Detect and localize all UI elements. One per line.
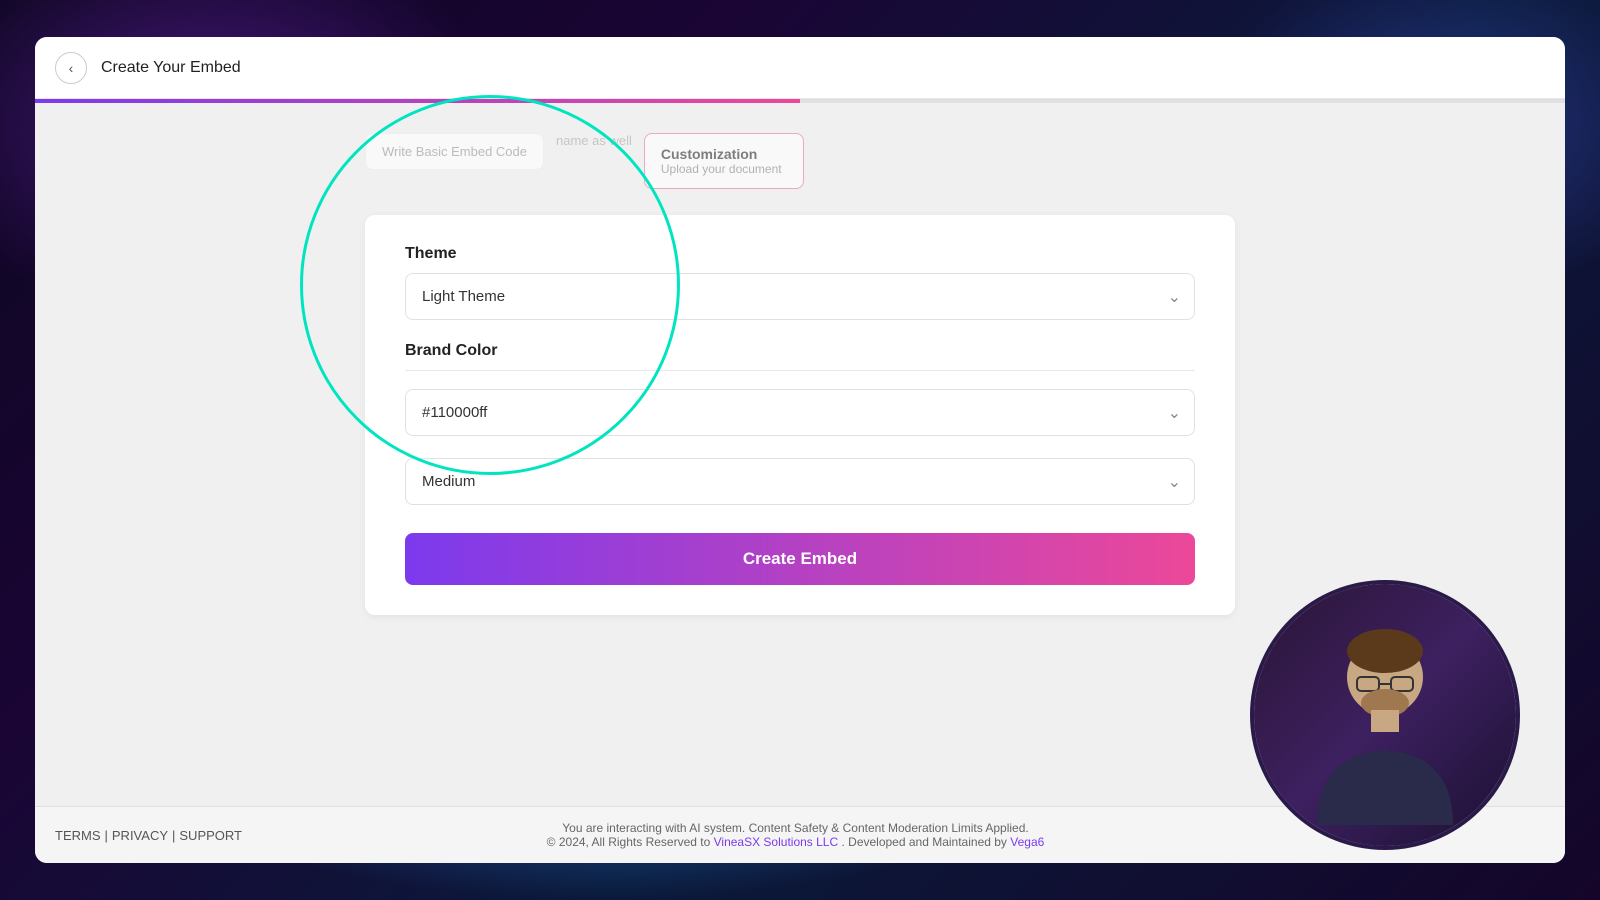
modal-header: ‹ Create Your Embed <box>35 37 1565 99</box>
write-basic-step: Write Basic Embed Code <box>365 133 544 170</box>
section-divider <box>405 370 1195 371</box>
customization-title: Customization <box>661 146 787 162</box>
brand-color-row: Brand Color ⌄ <box>405 342 1195 436</box>
theme-label: Theme <box>405 245 1195 263</box>
webcam-placeholder <box>1254 584 1516 846</box>
footer-links: TERMS | PRIVACY | SUPPORT <box>55 828 246 843</box>
footer-dev-text: . Developed and Maintained by <box>841 835 1006 849</box>
brand-color-input-wrapper: ⌄ <box>405 389 1195 436</box>
back-icon: ‹ <box>69 60 74 76</box>
steps-area: Write Basic Embed Code name as well Cust… <box>365 103 1235 205</box>
size-row: Small Medium Large ⌄ <box>405 458 1195 505</box>
size-select-wrapper: Small Medium Large ⌄ <box>405 458 1195 505</box>
person-silhouette-icon <box>1275 605 1495 825</box>
footer-sep1: | <box>105 828 108 843</box>
theme-row: Theme Light Theme Dark Theme ⌄ <box>405 245 1195 320</box>
form-card: Theme Light Theme Dark Theme ⌄ Brand Col… <box>365 215 1235 615</box>
back-button[interactable]: ‹ <box>55 52 87 84</box>
theme-select[interactable]: Light Theme Dark Theme <box>405 273 1195 320</box>
footer-support[interactable]: SUPPORT <box>179 828 242 843</box>
brand-color-input[interactable] <box>405 389 1195 436</box>
footer-dev-link[interactable]: Vega6 <box>1010 835 1044 849</box>
steps-faded: Write Basic Embed Code name as well Cust… <box>365 133 1235 189</box>
page-title: Create Your Embed <box>101 59 241 77</box>
create-embed-button[interactable]: Create Embed <box>405 533 1195 585</box>
webcam-overlay <box>1250 580 1520 850</box>
footer-sep2: | <box>172 828 175 843</box>
brand-color-label: Brand Color <box>405 342 1195 360</box>
footer-center: You are interacting with AI system. Cont… <box>547 821 1045 849</box>
footer-terms[interactable]: TERMS <box>55 828 101 843</box>
size-select[interactable]: Small Medium Large <box>405 458 1195 505</box>
customization-sub: Upload your document <box>661 162 787 176</box>
theme-select-wrapper: Light Theme Dark Theme ⌄ <box>405 273 1195 320</box>
footer-copyright: © 2024, All Rights Reserved to <box>547 835 711 849</box>
faded-sub: name as well <box>556 133 632 148</box>
footer-ai-text: You are interacting with AI system. Cont… <box>562 821 1028 835</box>
write-basic-label: Write Basic Embed Code <box>382 144 527 159</box>
footer-privacy[interactable]: PRIVACY <box>112 828 168 843</box>
footer-company-link[interactable]: VineaSX Solutions LLC <box>714 835 839 849</box>
customization-step-box: Customization Upload your document <box>644 133 804 189</box>
